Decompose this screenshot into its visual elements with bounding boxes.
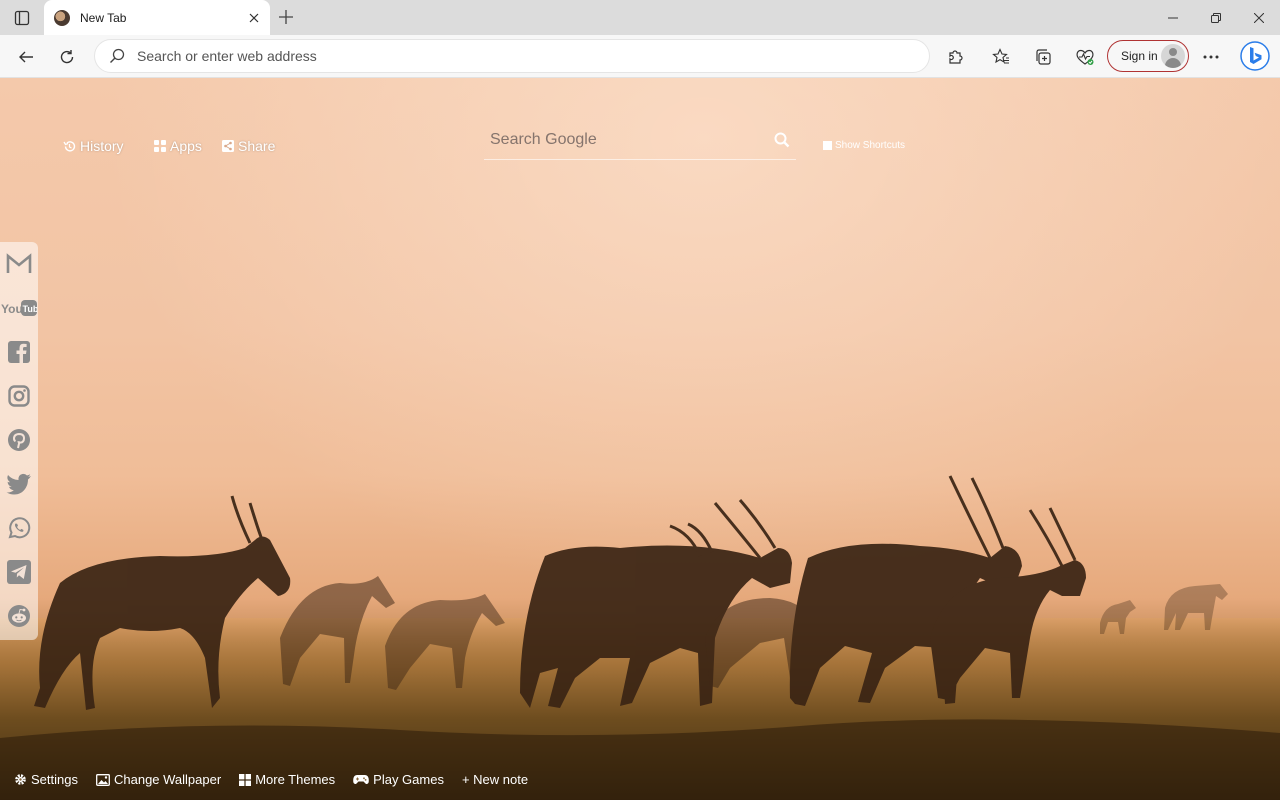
change-wallpaper-link[interactable]: Change Wallpaper — [96, 772, 221, 787]
pinterest-icon — [8, 429, 30, 451]
pinterest-link[interactable] — [0, 420, 38, 460]
social-sidebar: YouTube — [0, 242, 38, 640]
bing-copilot-button[interactable] — [1238, 39, 1272, 73]
new-tab-page: History Apps Share Show Shortcuts YouTub… — [0, 78, 1280, 800]
more-themes-link[interactable]: More Themes — [239, 772, 335, 787]
share-link[interactable]: Share — [222, 138, 275, 154]
youtube-link[interactable]: YouTube — [0, 288, 38, 328]
history-link[interactable]: History — [63, 138, 124, 154]
instagram-icon — [8, 385, 30, 407]
close-window-button[interactable] — [1237, 0, 1280, 35]
gmail-link[interactable] — [0, 244, 38, 284]
history-icon — [63, 140, 76, 153]
telegram-icon — [7, 560, 31, 584]
svg-text:You: You — [1, 302, 23, 316]
browser-essentials-button[interactable] — [1070, 42, 1100, 72]
change-wallpaper-label: Change Wallpaper — [113, 772, 222, 787]
play-games-link[interactable]: Play Games — [353, 772, 444, 787]
address-bar[interactable] — [94, 39, 930, 73]
back-button[interactable] — [11, 42, 41, 72]
telegram-link[interactable] — [0, 552, 38, 592]
twitter-link[interactable] — [0, 464, 38, 504]
twitter-icon — [6, 473, 31, 495]
bing-icon — [1240, 41, 1270, 71]
settings-link[interactable]: Settings — [14, 772, 78, 787]
browser-toolbar: Sign in — [0, 35, 1280, 78]
new-note-link[interactable]: + New note — [462, 772, 528, 787]
google-search-box — [484, 120, 796, 160]
sign-in-label: Sign in — [1121, 49, 1158, 63]
back-arrow-icon — [19, 51, 33, 63]
collections-button[interactable] — [1028, 42, 1058, 72]
puzzle-icon — [949, 50, 963, 64]
apps-grid-icon — [154, 140, 166, 152]
gmail-icon — [6, 253, 32, 273]
avatar-icon — [1161, 44, 1185, 68]
refresh-icon — [60, 50, 74, 64]
more-themes-label: More Themes — [255, 772, 336, 787]
more-dots-icon — [1203, 55, 1219, 59]
facebook-icon — [8, 341, 30, 363]
search-icon — [110, 48, 125, 63]
share-label: Share — [238, 138, 276, 154]
collections-icon — [1036, 49, 1051, 65]
google-search-input[interactable] — [490, 130, 768, 149]
star-list-icon — [992, 48, 1009, 64]
tab-new-tab[interactable]: New Tab — [44, 0, 270, 35]
facebook-link[interactable] — [0, 332, 38, 372]
new-tab-button[interactable] — [274, 5, 298, 29]
youtube-icon: YouTube — [1, 300, 38, 316]
window-controls — [1151, 0, 1280, 35]
history-label: History — [80, 138, 124, 154]
settings-more-button[interactable] — [1196, 42, 1226, 72]
instagram-link[interactable] — [0, 376, 38, 416]
tab-favicon-icon — [54, 9, 70, 26]
play-games-label: Play Games — [373, 772, 444, 787]
extensions-button[interactable] — [941, 42, 971, 72]
restore-button[interactable] — [1194, 0, 1237, 35]
bottom-bar: Settings Change Wallpaper More Themes Pl… — [14, 772, 546, 787]
favorites-button[interactable] — [986, 42, 1016, 72]
apps-label: Apps — [170, 138, 202, 154]
wallpaper-antelope-herd — [0, 475, 1280, 800]
gear-icon — [14, 773, 27, 786]
minimize-icon — [1167, 17, 1178, 18]
svg-text:Tube: Tube — [23, 304, 38, 314]
shortcuts-icon — [823, 141, 832, 150]
show-shortcuts-label: Show Shortcuts — [835, 140, 906, 151]
address-input[interactable] — [137, 48, 929, 64]
close-icon — [1253, 12, 1264, 23]
tab-close-button[interactable] — [242, 6, 266, 30]
refresh-button[interactable] — [52, 42, 82, 72]
reddit-icon — [8, 605, 30, 627]
wallpaper-icon — [96, 773, 110, 786]
sign-in-button[interactable]: Sign in — [1107, 40, 1189, 72]
whatsapp-icon — [8, 517, 31, 539]
reddit-link[interactable] — [0, 596, 38, 636]
new-note-label: + New note — [461, 772, 529, 787]
themes-grid-icon — [239, 773, 252, 786]
tab-actions-icon — [14, 10, 30, 26]
close-icon — [249, 13, 259, 22]
heart-pulse-icon — [1076, 49, 1094, 65]
plus-icon — [279, 10, 293, 24]
settings-label: Settings — [31, 772, 78, 787]
apps-link[interactable]: Apps — [154, 138, 202, 154]
minimize-button[interactable] — [1151, 0, 1194, 35]
share-icon — [222, 140, 234, 152]
google-search-button[interactable] — [768, 126, 796, 154]
whatsapp-link[interactable] — [0, 508, 38, 548]
tab-actions-button[interactable] — [8, 6, 36, 30]
restore-icon — [1210, 12, 1221, 23]
gamepad-icon — [353, 774, 369, 785]
tab-title: New Tab — [80, 10, 127, 25]
search-icon — [774, 132, 790, 147]
tab-strip: New Tab — [0, 0, 1280, 35]
show-shortcuts-toggle[interactable]: Show Shortcuts — [823, 140, 905, 151]
